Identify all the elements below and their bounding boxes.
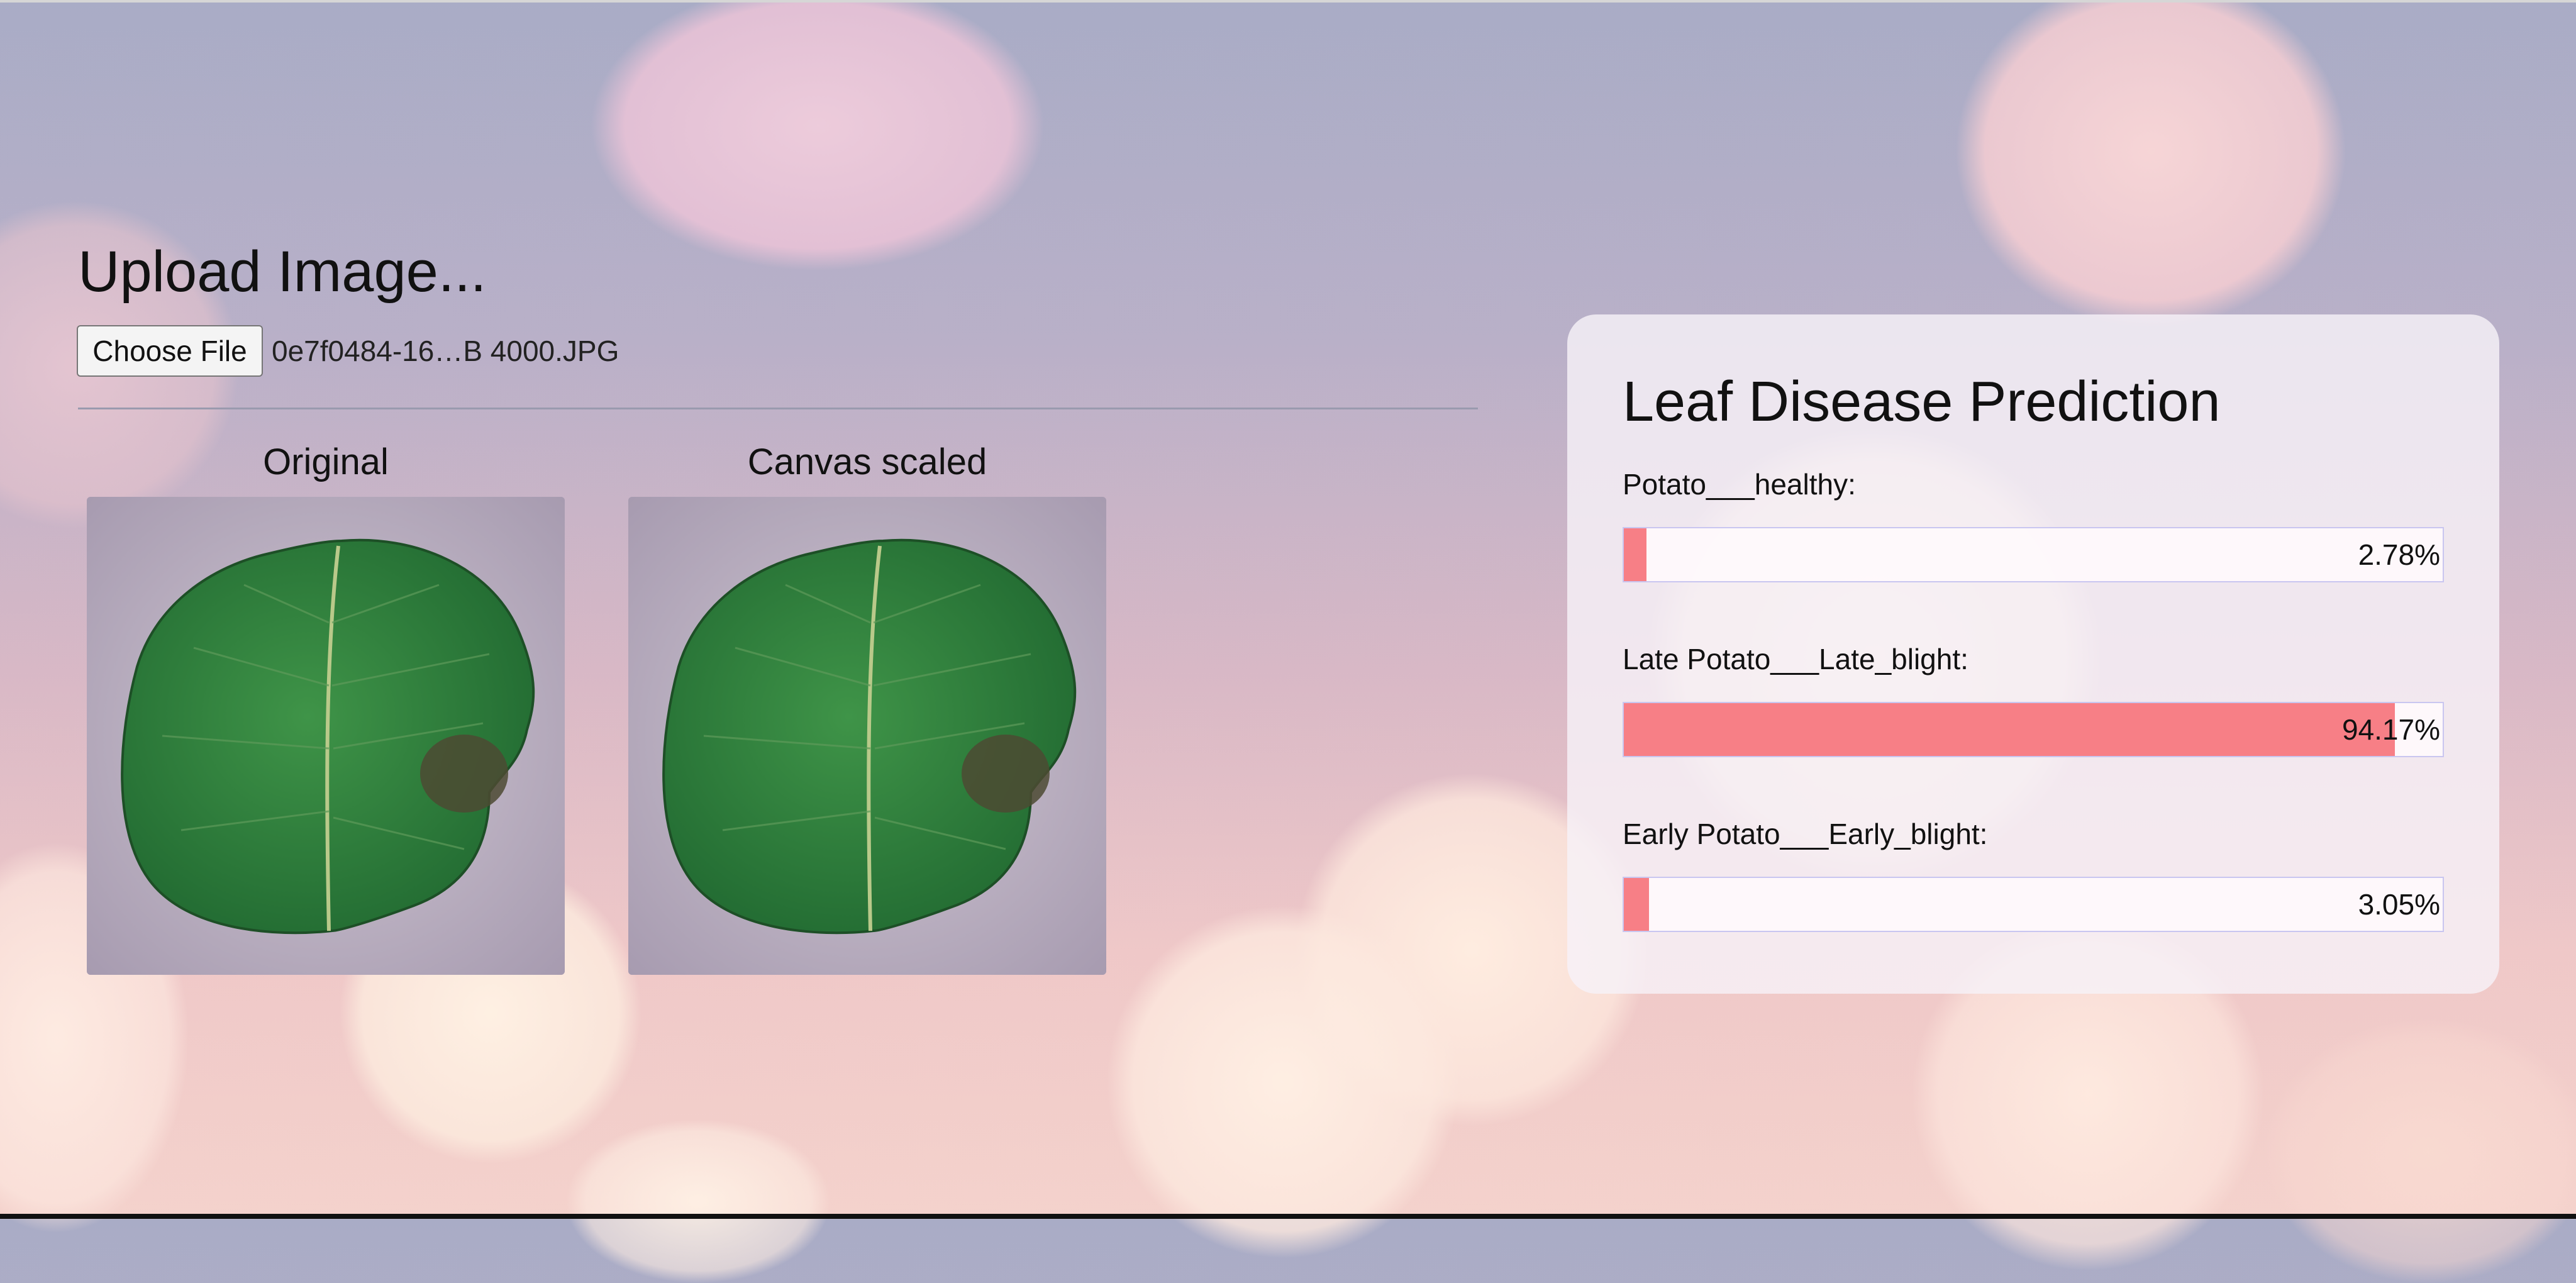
original-image-block: Original <box>87 440 565 975</box>
background-bokeh <box>591 0 1044 270</box>
prediction-panel: Leaf Disease Prediction Potato___healthy… <box>1567 314 2499 994</box>
scaled-leaf-image <box>628 497 1106 975</box>
scaled-image-block: Canvas scaled <box>628 440 1106 975</box>
prediction-label: Early Potato___Early_blight: <box>1623 818 1988 850</box>
background-bokeh <box>1956 0 2346 327</box>
original-leaf-image <box>87 497 565 975</box>
top-border <box>0 0 2576 3</box>
progress-value: 2.78% <box>2358 538 2440 571</box>
scaled-caption: Canvas scaled <box>747 442 987 482</box>
prediction-label: Potato___healthy: <box>1623 468 1856 501</box>
bottom-border <box>0 1214 2576 1219</box>
prediction-row: Late Potato___Late_blight: 94.17% <box>1623 640 2444 757</box>
background-bokeh <box>1107 906 1459 1258</box>
upload-title: Upload Image... <box>78 240 487 304</box>
panel-title: Leaf Disease Prediction <box>1623 370 2221 433</box>
original-caption: Original <box>263 442 389 482</box>
progress-bar-fill <box>1624 528 1647 581</box>
progress-value: 3.05% <box>2358 888 2440 921</box>
prediction-row: Potato___healthy: 2.78% <box>1623 465 2444 582</box>
progress-value: 94.17% <box>2341 713 2440 746</box>
background-bokeh <box>2264 1019 2576 1283</box>
file-input[interactable]: Choose File 0e7f0484-16…B 4000.JPG <box>77 325 619 377</box>
choose-file-button[interactable]: Choose File <box>77 325 263 377</box>
selected-file-name: 0e7f0484-16…B 4000.JPG <box>272 335 619 367</box>
progress-bar-fill <box>1624 703 2396 756</box>
progress-bar: 2.78% <box>1623 527 2444 582</box>
divider <box>78 408 1478 409</box>
progress-bar-fill <box>1624 878 1649 931</box>
prediction-label: Late Potato___Late_blight: <box>1623 643 1968 675</box>
background-bokeh <box>566 1119 830 1283</box>
progress-bar: 94.17% <box>1623 702 2444 757</box>
progress-bar: 3.05% <box>1623 877 2444 932</box>
prediction-row: Early Potato___Early_blight: 3.05% <box>1623 815 2444 932</box>
